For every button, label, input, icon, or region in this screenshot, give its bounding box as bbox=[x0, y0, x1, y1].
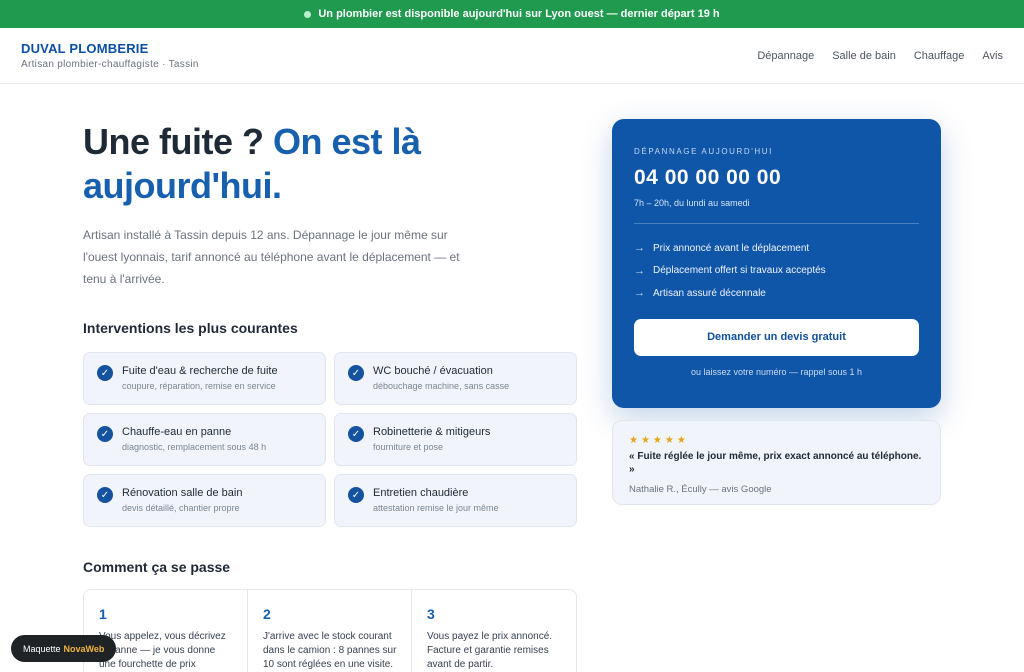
process-steps: 1 Vous appelez, vous décrivez la panne —… bbox=[83, 589, 577, 672]
badge-brand: NovaWeb bbox=[63, 643, 105, 654]
intervention-title: Rénovation salle de bain bbox=[122, 487, 243, 499]
intervention-sub: devis détaillé, chantier propre bbox=[122, 503, 240, 513]
star-rating-icon: ★★★★★ bbox=[629, 435, 689, 446]
mockup-badge[interactable]: Maquette NovaWeb bbox=[11, 635, 117, 662]
status-dot-icon bbox=[304, 10, 312, 18]
step-number: 1 bbox=[99, 606, 107, 622]
cta-benefit-text: Déplacement offert si travaux acceptés bbox=[653, 265, 826, 277]
intervention-title: Fuite d'eau & recherche de fuite bbox=[122, 365, 278, 377]
main-nav: Dépannage Salle de bain Chauffage Avis bbox=[757, 50, 1003, 62]
check-icon: ✓ bbox=[97, 487, 113, 503]
cta-kicker: DÉPANNAGE AUJOURD'HUI bbox=[634, 147, 773, 156]
intervention-title: Robinetterie & mitigeurs bbox=[373, 426, 491, 438]
intervention-sub: attestation remise le jour même bbox=[373, 503, 499, 513]
arrow-right-icon: → bbox=[634, 264, 645, 277]
intervention-sub: coupure, réparation, remise en service bbox=[122, 381, 276, 391]
hero-lead: Artisan installé à Tassin depuis 12 ans.… bbox=[83, 228, 460, 286]
hero-column: Une fuite ? On est là aujourd'hui. Artis… bbox=[83, 120, 577, 672]
cta-divider bbox=[634, 223, 919, 224]
intervention-sub: diagnostic, remplacement sous 48 h bbox=[122, 442, 267, 452]
availability-text: Un plombier est disponible aujourd'hui s… bbox=[318, 8, 720, 20]
check-icon: ✓ bbox=[97, 426, 113, 442]
nav-link-chauffage[interactable]: Chauffage bbox=[914, 50, 965, 62]
badge-prefix: Maquette bbox=[23, 643, 61, 654]
interventions-heading: Interventions les plus courantes bbox=[83, 320, 298, 336]
step-text: Vous payez le prix annoncé. Facture et g… bbox=[427, 631, 553, 670]
brand-name: DUVAL PLOMBERIE bbox=[21, 41, 149, 56]
step-number: 3 bbox=[427, 606, 435, 622]
check-icon: ✓ bbox=[348, 365, 364, 381]
emergency-cta-card: DÉPANNAGE AUJOURD'HUI 04 00 00 00 00 7h … bbox=[612, 119, 941, 408]
intervention-title: Entretien chaudière bbox=[373, 487, 469, 499]
check-icon: ✓ bbox=[348, 487, 364, 503]
arrow-right-icon: → bbox=[634, 242, 645, 255]
intervention-sub: fourniture et pose bbox=[373, 442, 444, 452]
cta-phone-number[interactable]: 04 00 00 00 00 bbox=[634, 166, 919, 190]
hero-title: Une fuite ? On est là aujourd'hui. bbox=[83, 120, 577, 208]
intervention-sub: débouchage machine, sans casse bbox=[373, 381, 510, 391]
cta-hours: 7h – 20h, du lundi au samedi bbox=[634, 198, 750, 208]
request-quote-button[interactable]: Demander un devis gratuit bbox=[634, 318, 919, 356]
intervention-card[interactable]: ✓ Chauffe-eau en panne diagnostic, rempla… bbox=[83, 413, 326, 466]
review-author: Nathalie R., Écully — avis Google bbox=[629, 484, 772, 495]
site-header: DUVAL PLOMBERIE Artisan plombier-chauffa… bbox=[0, 28, 1024, 84]
intervention-card[interactable]: ✓ Fuite d'eau & recherche de fuite coupur… bbox=[83, 352, 326, 405]
interventions-section: Interventions les plus courantes ✓ Fuite… bbox=[83, 320, 577, 527]
hero-title-part1: Une fuite ? bbox=[83, 121, 264, 162]
intervention-card[interactable]: ✓ Entretien chaudière attestation remise … bbox=[334, 474, 577, 527]
brand[interactable]: DUVAL PLOMBERIE Artisan plombier-chauffa… bbox=[21, 41, 199, 70]
nav-link-salle-de-bain[interactable]: Salle de bain bbox=[832, 50, 896, 62]
brand-subtitle: Artisan plombier-chauffagiste · Tassin bbox=[21, 59, 199, 70]
callback-note[interactable]: ou laissez votre numéro — rappel sous 1 … bbox=[634, 367, 919, 377]
cta-benefit-text: Prix annoncé avant le déplacement bbox=[653, 242, 810, 254]
cta-benefit-item: → Prix annoncé avant le déplacement bbox=[634, 237, 919, 260]
review-quote: « Fuite réglée le jour même, prix exact … bbox=[629, 451, 922, 475]
arrow-right-icon: → bbox=[634, 287, 645, 300]
availability-banner: Un plombier est disponible aujourd'hui s… bbox=[0, 0, 1024, 28]
cta-benefit-text: Artisan assuré décennale bbox=[653, 287, 766, 299]
check-icon: ✓ bbox=[97, 365, 113, 381]
intervention-card[interactable]: ✓ Robinetterie & mitigeurs fourniture et … bbox=[334, 413, 577, 466]
interventions-grid: ✓ Fuite d'eau & recherche de fuite coupur… bbox=[83, 352, 577, 527]
process-step: 2 J'arrive avec le stock courant dans le… bbox=[248, 590, 412, 672]
nav-link-avis[interactable]: Avis bbox=[982, 50, 1003, 62]
intervention-card[interactable]: ✓ Rénovation salle de bain devis détaillé… bbox=[83, 474, 326, 527]
cta-benefits-list: → Prix annoncé avant le déplacement → Dépl… bbox=[634, 237, 919, 305]
intervention-title: Chauffe-eau en panne bbox=[122, 426, 232, 438]
check-icon: ✓ bbox=[348, 426, 364, 442]
process-section: Comment ça se passe 1 Vous appelez, vous… bbox=[83, 559, 577, 672]
review-card: ★★★★★ « Fuite réglée le jour même, prix … bbox=[612, 420, 941, 505]
intervention-card[interactable]: ✓ WC bouché / évacuation débouchage machi… bbox=[334, 352, 577, 405]
step-number: 2 bbox=[263, 606, 271, 622]
nav-link-depannage[interactable]: Dépannage bbox=[757, 50, 814, 62]
step-text: Vous appelez, vous décrivez la panne — j… bbox=[99, 631, 226, 670]
step-text: J'arrive avec le stock courant dans le c… bbox=[263, 631, 397, 670]
process-step: 3 Vous payez le prix annoncé. Facture et… bbox=[412, 590, 576, 672]
intervention-title: WC bouché / évacuation bbox=[373, 365, 493, 377]
cta-benefit-item: → Déplacement offert si travaux acceptés bbox=[634, 260, 919, 283]
cta-benefit-item: → Artisan assuré décennale bbox=[634, 282, 919, 305]
process-heading: Comment ça se passe bbox=[83, 559, 231, 575]
